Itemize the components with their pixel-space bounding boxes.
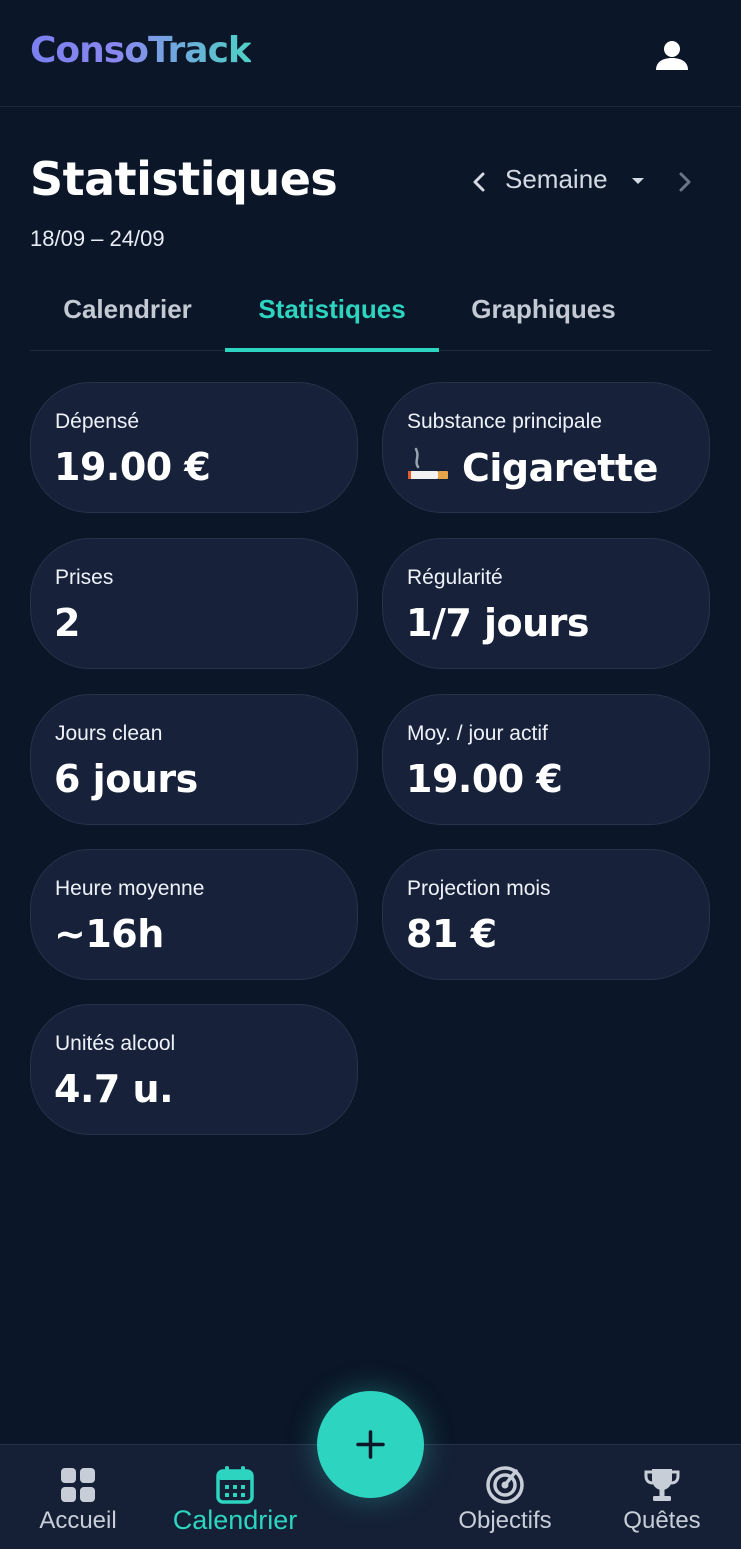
stat-label: Prises xyxy=(55,566,114,589)
tab-statistiques[interactable]: Statistiques xyxy=(225,294,439,352)
stat-card-intakes: Prises 2 xyxy=(30,538,358,669)
view-tabs: Calendrier Statistiques Graphiques xyxy=(30,270,711,352)
nav-label: Accueil xyxy=(39,1507,117,1534)
target-icon xyxy=(486,1466,524,1504)
trophy-icon xyxy=(644,1469,680,1501)
nav-item-objectifs[interactable]: Objectifs xyxy=(445,1445,565,1549)
stat-label: Substance principale xyxy=(407,410,602,433)
stat-value: 6 jours xyxy=(54,757,198,801)
calendar-icon xyxy=(216,1466,254,1504)
user-icon[interactable] xyxy=(652,36,692,76)
chevron-right-icon[interactable] xyxy=(670,166,698,198)
stat-card-spent: Dépensé 19.00 € xyxy=(30,382,358,513)
nav-label: Calendrier xyxy=(172,1505,298,1535)
stat-label: Jours clean xyxy=(55,722,163,745)
plus-icon xyxy=(356,1430,385,1459)
stat-value: 19.00 € xyxy=(54,445,211,489)
caret-down-icon[interactable] xyxy=(629,172,647,190)
nav-item-accueil[interactable]: Accueil xyxy=(18,1445,138,1549)
stat-card-alcohol-units: Unités alcool 4.7 u. xyxy=(30,1004,358,1135)
date-range: 18/09 – 24/09 xyxy=(30,226,165,251)
substance-name: Cigarette xyxy=(462,446,658,490)
grid-icon xyxy=(61,1468,95,1502)
stat-label: Dépensé xyxy=(55,410,140,433)
stat-value: 81 € xyxy=(406,912,497,956)
stat-value: Cigarette xyxy=(406,445,658,490)
stat-card-avg-active-day: Moy. / jour actif 19.00 € xyxy=(382,694,710,825)
app-logo[interactable]: ConsoTrack xyxy=(30,30,252,71)
top-bar: ConsoTrack xyxy=(0,0,741,107)
chevron-left-icon[interactable] xyxy=(465,166,493,198)
stat-card-clean-days: Jours clean 6 jours xyxy=(30,694,358,825)
page-title: Statistiques xyxy=(30,152,338,206)
nav-label: Objectifs xyxy=(458,1507,552,1534)
period-navigator: Semaine xyxy=(465,160,705,204)
tab-graphiques[interactable]: Graphiques xyxy=(450,294,637,350)
add-entry-button[interactable] xyxy=(317,1391,424,1498)
nav-item-quetes[interactable]: Quêtes xyxy=(602,1445,722,1549)
stat-label: Moy. / jour actif xyxy=(407,722,548,745)
stat-value: 1/7 jours xyxy=(406,601,590,645)
stat-card-avg-hour: Heure moyenne ~16h xyxy=(30,849,358,980)
stat-label: Heure moyenne xyxy=(55,877,205,900)
stat-card-month-projection: Projection mois 81 € xyxy=(382,849,710,980)
nav-label: Quêtes xyxy=(623,1507,701,1534)
cigarette-icon xyxy=(408,447,448,479)
stat-value: 19.00 € xyxy=(406,757,563,801)
stat-card-regularity: Régularité 1/7 jours xyxy=(382,538,710,669)
stat-value: ~16h xyxy=(54,912,164,956)
period-select[interactable]: Semaine xyxy=(505,164,608,195)
stat-label: Unités alcool xyxy=(55,1032,176,1055)
stat-label: Projection mois xyxy=(407,877,551,900)
stat-card-main-substance: Substance principale Cigarette xyxy=(382,382,710,513)
tab-calendrier[interactable]: Calendrier xyxy=(40,294,215,350)
stat-value: 2 xyxy=(54,601,80,645)
nav-item-calendrier[interactable]: Calendrier xyxy=(160,1445,310,1549)
stat-label: Régularité xyxy=(407,566,503,589)
stat-value: 4.7 u. xyxy=(54,1067,174,1111)
